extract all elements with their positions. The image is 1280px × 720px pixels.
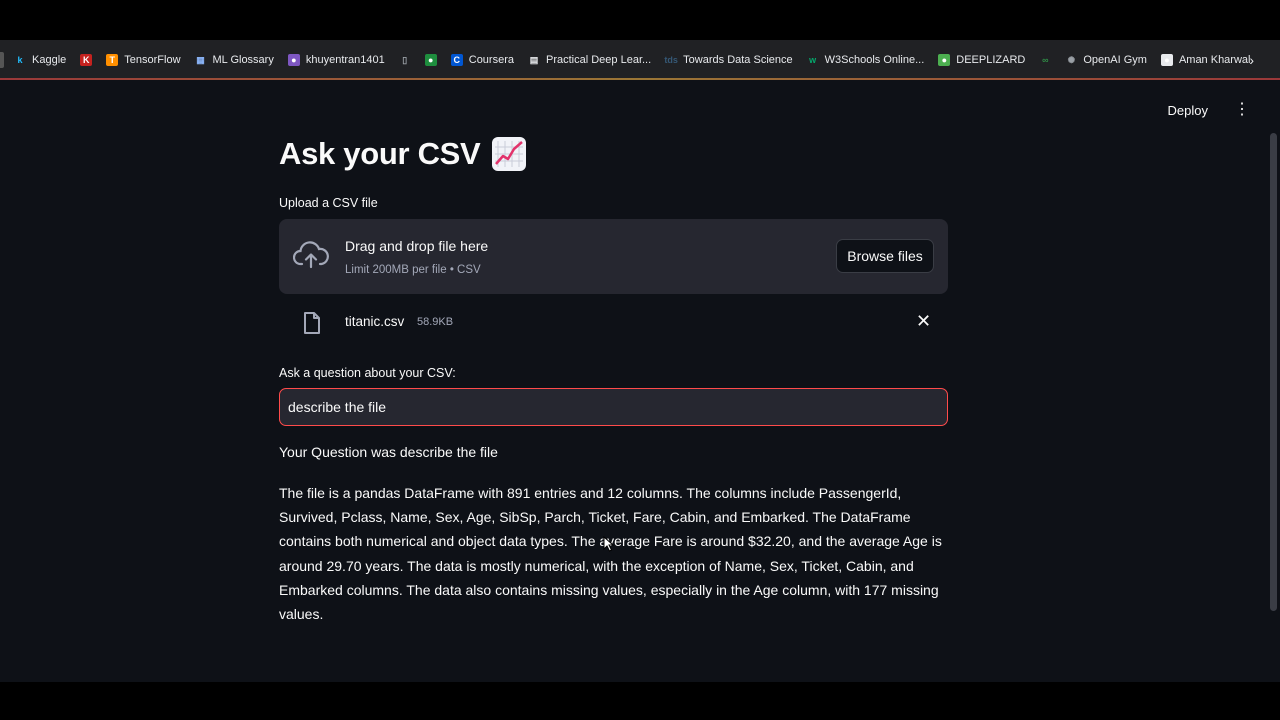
bookmark-item[interactable]: k Kaggle bbox=[14, 54, 66, 66]
k-icon: K bbox=[80, 54, 93, 66]
bookmark-label: Kaggle bbox=[32, 54, 67, 66]
bookmark-label: ML Glossary bbox=[212, 54, 274, 66]
tds-icon: tds bbox=[664, 55, 678, 65]
question-echo-text: Your Question was describe the file bbox=[279, 444, 498, 460]
page-title-text: Ask your CSV bbox=[279, 136, 481, 171]
coursera-icon: C bbox=[450, 54, 463, 66]
geeksforgeeks-icon: ∞ bbox=[1042, 55, 1049, 65]
bookmarks-more-chevron-icon[interactable]: › bbox=[1249, 52, 1254, 68]
dropzone-limit-text: Limit 200MB per file • CSV bbox=[345, 264, 481, 276]
github-avatar-icon: ● bbox=[287, 54, 300, 66]
bookmarks-bar: k Kaggle K T TensorFlow ▦ ML Glossary ● khuyentr… bbox=[0, 40, 1280, 81]
leaf-icon: ● bbox=[424, 54, 437, 66]
question-label: Ask a question about your CSV: bbox=[279, 366, 456, 380]
browse-files-button[interactable]: Browse files bbox=[836, 239, 934, 273]
bookmark-item[interactable]: K bbox=[80, 54, 93, 66]
kaggle-icon: k bbox=[17, 55, 23, 65]
bookmark-item[interactable]: ▤ Practical Deep Lear... bbox=[528, 54, 651, 66]
bookmark-list: k Kaggle K T TensorFlow ▦ ML Glossary ● khuyentr… bbox=[14, 54, 1264, 66]
bookmark-item[interactable]: ● DEEPLIZARD bbox=[938, 54, 1025, 66]
uploaded-file-item: titanic.csv 58.9KB ✕ bbox=[279, 304, 948, 344]
file-dropzone[interactable]: Drag and drop file here Limit 200MB per … bbox=[279, 219, 948, 294]
bookmark-item[interactable]: ▯ bbox=[399, 54, 411, 66]
main-menu-kebab-icon[interactable]: ⋮ bbox=[1234, 102, 1250, 118]
file-name: titanic.csv bbox=[345, 314, 405, 329]
answer-text: The file is a pandas DataFrame with 891 … bbox=[279, 485, 942, 623]
bookmark-item[interactable]: ✺ OpenAI Gym bbox=[1065, 54, 1147, 66]
remove-file-close-icon[interactable]: ✕ bbox=[916, 312, 931, 330]
bookmark-label: W3Schools Online... bbox=[824, 54, 925, 66]
chart-increasing-icon bbox=[492, 137, 527, 171]
deeplizard-icon: ● bbox=[938, 54, 951, 66]
bookmark-label: Coursera bbox=[468, 54, 514, 66]
bookmark-item[interactable]: tds Towards Data Science bbox=[664, 54, 793, 66]
bookmark-item[interactable]: ● bbox=[424, 54, 437, 66]
bookmark-item[interactable]: T TensorFlow bbox=[106, 54, 181, 66]
bottom-letterbox bbox=[0, 682, 1280, 720]
bookmark-label: khuyentran1401 bbox=[305, 54, 385, 66]
tensorflow-icon: T bbox=[106, 54, 119, 66]
fastai-icon: ▤ bbox=[529, 54, 539, 65]
bookmark-label: TensorFlow bbox=[124, 54, 181, 66]
bookmark-item[interactable]: ▦ ML Glossary bbox=[195, 54, 274, 66]
file-icon bbox=[302, 311, 322, 340]
bookmark-item[interactable]: ● khuyentran1401 bbox=[287, 54, 385, 66]
bookmark-label: Towards Data Science bbox=[683, 54, 793, 66]
glossary-icon: ▦ bbox=[196, 54, 205, 65]
bookmark-item[interactable]: ● Aman Kharwal bbox=[1160, 54, 1251, 66]
page-icon: ▯ bbox=[402, 54, 408, 65]
app-toolbar: Deploy ⋮ bbox=[1168, 102, 1250, 118]
bookmark-label: DEEPLIZARD bbox=[956, 54, 1026, 66]
openai-icon: ✺ bbox=[1067, 54, 1076, 65]
upload-label: Upload a CSV file bbox=[279, 196, 378, 210]
medium-icon: ● bbox=[1160, 54, 1173, 66]
bookmark-label: OpenAI Gym bbox=[1083, 54, 1147, 66]
bookmark-label: Aman Kharwal bbox=[1178, 54, 1251, 66]
bookmark-label: Practical Deep Lear... bbox=[546, 54, 652, 66]
page-scrollbar[interactable] bbox=[1270, 133, 1277, 611]
streamlit-app: Deploy ⋮ Ask your CSV Upload a CSV file bbox=[0, 80, 1280, 682]
bookmark-item[interactable]: ∞ bbox=[1039, 54, 1051, 66]
bookmark-item[interactable]: w W3Schools Online... bbox=[807, 54, 925, 66]
question-input[interactable] bbox=[279, 388, 948, 426]
page-title: Ask your CSV bbox=[279, 136, 527, 172]
w3schools-icon: w bbox=[809, 55, 817, 65]
bookmark-item[interactable]: C Coursera bbox=[450, 54, 514, 66]
dropzone-title: Drag and drop file here bbox=[345, 238, 489, 254]
file-size: 58.9KB bbox=[417, 316, 454, 328]
deploy-button[interactable]: Deploy bbox=[1168, 103, 1208, 118]
bookmark-overflow-stub[interactable] bbox=[0, 52, 4, 68]
cloud-upload-icon bbox=[292, 241, 329, 276]
